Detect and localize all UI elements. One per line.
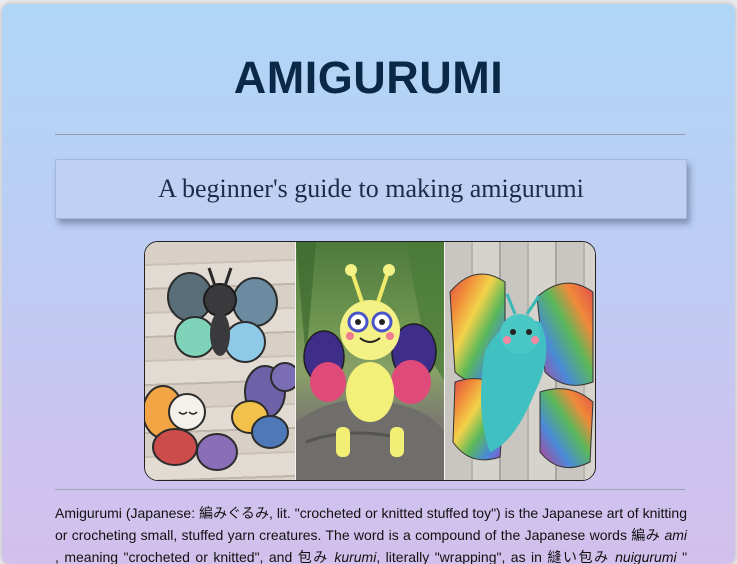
subtitle-box: A beginner's guide to making amigurumi bbox=[55, 159, 687, 219]
title-divider bbox=[55, 134, 685, 135]
intro-term-nuigurumi: nuigurumi bbox=[615, 549, 677, 564]
butterfly-amigurumi-photo-2[interactable] bbox=[294, 242, 446, 480]
intro-text-4: , literally "wrapping", as in bbox=[376, 549, 548, 564]
intro-text-3: , meaning "crocheted or knitted", and bbox=[55, 549, 298, 564]
butterflies-illustration bbox=[145, 267, 295, 471]
intro-japanese-2: 編み bbox=[631, 527, 661, 543]
intro-japanese-3: 包み bbox=[297, 549, 329, 564]
image-gallery bbox=[144, 241, 596, 481]
intro-term-kurumi: kurumi bbox=[334, 549, 377, 564]
intro-paragraph: Amigurumi (Japanese: 編みぐるみ, lit. "croche… bbox=[55, 502, 687, 564]
rainbow-butterfly-illustration bbox=[449, 273, 594, 469]
page-card: AMIGURUMI A beginner's guide to making a… bbox=[2, 4, 735, 564]
intro-text-1: Amigurumi (Japanese: bbox=[55, 505, 200, 521]
intro-japanese-4: 縫い包み bbox=[547, 549, 610, 564]
yellow-bug-illustration bbox=[295, 242, 445, 480]
text-divider bbox=[55, 489, 685, 490]
page-title: AMIGURUMI bbox=[233, 52, 504, 103]
page-subtitle: A beginner's guide to making amigurumi bbox=[158, 174, 584, 203]
butterfly-amigurumi-photo-1[interactable] bbox=[145, 242, 295, 480]
intro-japanese-1: 編みぐるみ bbox=[199, 505, 269, 521]
intro-term-ami: ami bbox=[664, 527, 688, 543]
butterfly-amigurumi-photo-3[interactable] bbox=[445, 242, 595, 480]
